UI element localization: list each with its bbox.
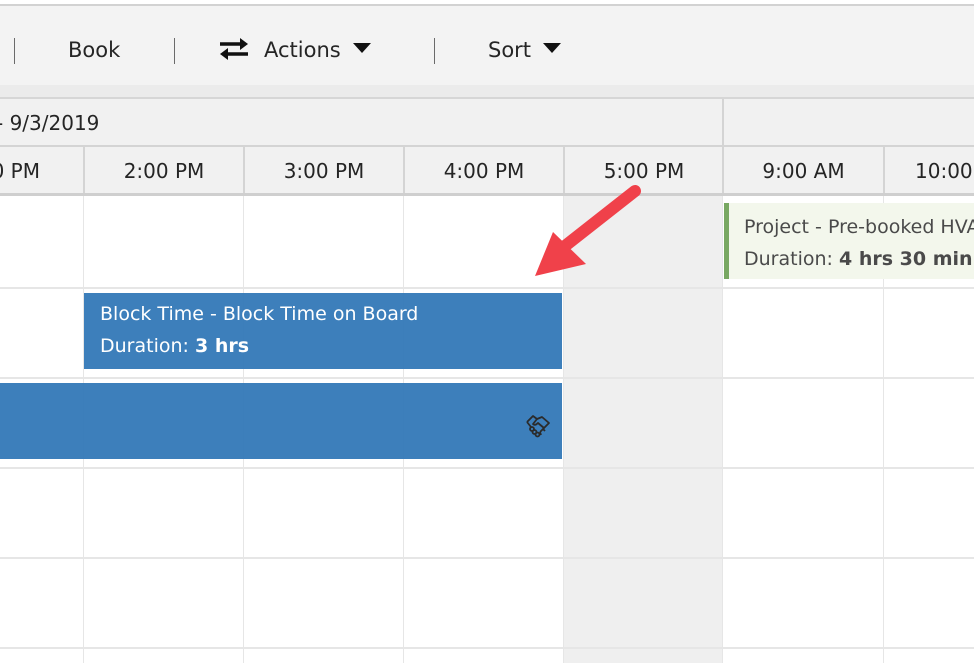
booking-title: Block Time - Block Time on Board <box>100 303 419 325</box>
toolbar-separator <box>434 38 435 64</box>
booking-duration: Duration: 4 hrs 30 min <box>744 248 973 270</box>
toolbar-separator <box>174 38 175 64</box>
time-slot: 2:00 PM <box>83 147 243 193</box>
handshake-icon <box>524 413 552 449</box>
chevron-down-icon <box>543 43 562 53</box>
booking-block-time[interactable]: Block Time - Block Time on Board Duratio… <box>84 293 562 369</box>
booking-title: Project - Pre-booked HVAC <box>744 216 974 238</box>
swap-arrows-icon <box>218 37 250 68</box>
toolbar-divider <box>0 85 974 99</box>
annotation-arrow-icon <box>520 176 650 290</box>
date-divider <box>722 99 724 145</box>
chevron-down-icon <box>352 43 371 53</box>
toolbar: Book Actions Sort <box>0 4 974 87</box>
booking-project-hvac[interactable]: Project - Pre-booked HVAC Duration: 4 hr… <box>724 203 974 279</box>
row-line <box>0 467 974 469</box>
row-line <box>0 557 974 559</box>
sort-label: Sort <box>488 38 532 62</box>
schedule-grid[interactable]: Project - Pre-booked HVAC Duration: 4 hr… <box>0 196 974 663</box>
time-slot: 10:00 AM <box>883 147 974 193</box>
book-button[interactable]: Book <box>68 36 120 64</box>
actions-label: Actions <box>264 38 341 62</box>
time-slot: 3:00 PM <box>243 147 403 193</box>
time-slot: 9:00 AM <box>722 147 883 193</box>
actions-button[interactable]: Actions <box>218 36 371 68</box>
grid-line <box>722 196 723 663</box>
time-header: 1:00 PM 2:00 PM 3:00 PM 4:00 PM 5:00 PM … <box>0 147 974 196</box>
date-header: - 9/3/2019 <box>0 99 974 147</box>
row-line <box>0 287 974 289</box>
booking-duration: Duration: 3 hrs <box>100 335 250 357</box>
row-line <box>0 377 974 379</box>
date-label: - 9/3/2019 <box>0 111 100 135</box>
sort-button[interactable]: Sort <box>488 36 562 64</box>
row-line <box>0 647 974 649</box>
booking-collaboration[interactable] <box>0 383 562 459</box>
time-slot: 1:00 PM <box>0 159 40 183</box>
toolbar-separator <box>14 38 15 64</box>
book-label: Book <box>68 38 121 62</box>
